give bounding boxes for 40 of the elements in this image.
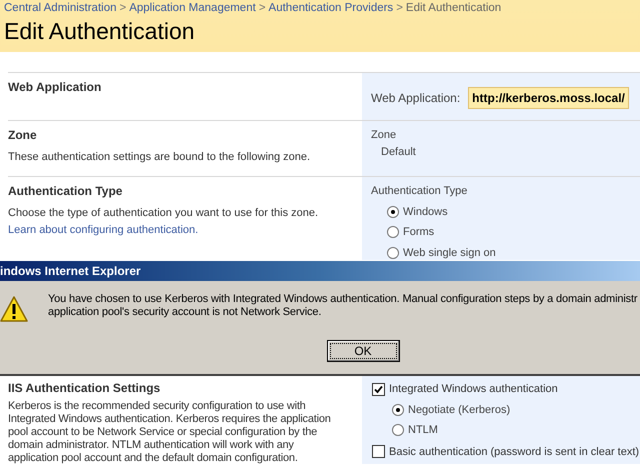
radio-label: NTLM	[408, 423, 438, 438]
zone-value: Default	[381, 144, 416, 160]
breadcrumb-separator: >	[396, 1, 403, 15]
field-caption: Authentication Type	[371, 184, 468, 199]
radio-button[interactable]	[392, 404, 404, 416]
radio-button[interactable]	[392, 424, 404, 436]
checkbox[interactable]	[372, 382, 385, 396]
section-title: Authentication Type	[8, 183, 122, 200]
breadcrumb-separator: >	[258, 1, 266, 15]
checkbox-label: Integrated Windows authentication	[389, 382, 558, 397]
breadcrumb-link[interactable]: Authentication Providers	[268, 1, 394, 15]
section-title: Zone	[8, 127, 37, 144]
radio-label: Negotiate (Kerberos)	[408, 402, 510, 418]
checkbox-label: Basic authentication (password is sent in clear text)	[389, 444, 640, 460]
radio-button[interactable]	[387, 246, 399, 259]
breadcrumb-current: Edit Authentication	[406, 1, 502, 15]
web-application-url: http://kerberos.moss.local/	[468, 87, 629, 109]
section-description: Kerberos is the recommended security configuration to use with Integrated Windows authentication. Kerberos requires the application pool account to be Network Service or special configuration by the domain administrator. NTLM authentication will work with any application pool account and the default domain configuration.	[8, 400, 331, 465]
breadcrumb-link[interactable]: Central Administration	[4, 1, 116, 15]
breadcrumb-link[interactable]: Application Management	[129, 1, 256, 15]
section-title: IIS Authentication Settings	[8, 380, 160, 397]
radio-button[interactable]	[387, 226, 399, 238]
section-title: Web Application	[8, 79, 102, 96]
dialog-message: application pool's security account is not Network Service.	[48, 306, 322, 319]
help-link[interactable]: Learn about configuring authentication.	[8, 222, 198, 238]
warning-icon	[0, 296, 28, 323]
section-description: Choose the type of authentication you want to use for this zone.	[8, 206, 318, 221]
field-label: Web Application:	[371, 90, 460, 107]
radio-label: Web single sign on	[403, 246, 496, 260]
radio-label: Forms	[403, 225, 434, 240]
checkbox[interactable]	[372, 445, 385, 458]
radio-label: Windows	[403, 204, 448, 220]
dialog-message: You have chosen to use Kerberos with Integrated Windows authentication. Manual configuration steps by a domain administr	[48, 293, 638, 306]
breadcrumb-separator: >	[120, 1, 126, 15]
page-title: Edit Authentication	[4, 17, 195, 45]
section-description: These authentication settings are bound to the following zone.	[8, 150, 310, 165]
radio-button[interactable]	[387, 206, 399, 218]
field-caption: Zone	[371, 128, 396, 143]
ok-button[interactable]: OK	[326, 340, 400, 362]
dialog-title-bar: indows Internet Explorer	[0, 261, 640, 281]
